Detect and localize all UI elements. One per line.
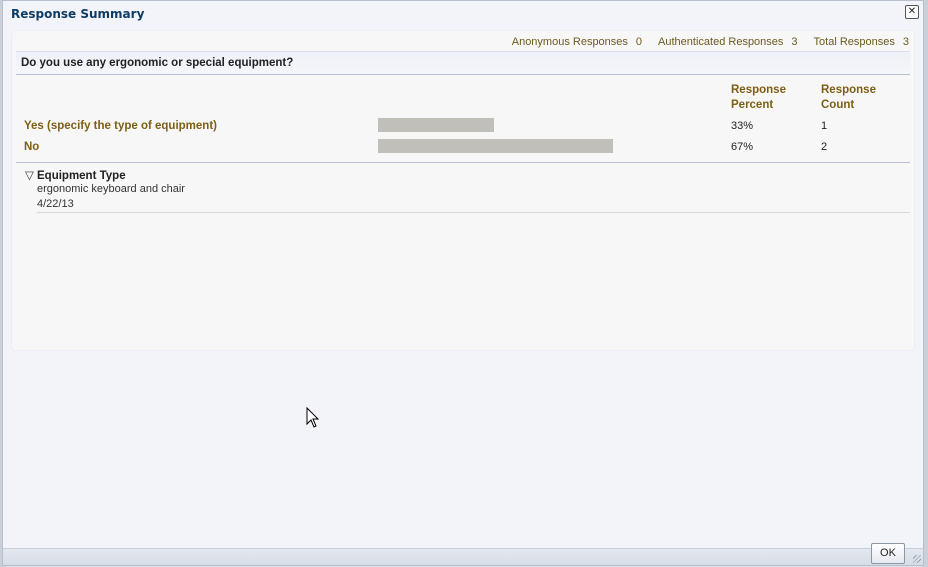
dialog-footer bbox=[3, 548, 923, 565]
authenticated-responses-stat: Authenticated Responses 3 bbox=[658, 36, 798, 48]
response-percent: 33% bbox=[731, 120, 754, 132]
response-count: 2 bbox=[821, 141, 828, 153]
response-bar-track bbox=[378, 139, 728, 153]
column-header-response-count: Response Count bbox=[821, 84, 876, 111]
collapse-triangle-icon: ▽ bbox=[25, 170, 34, 182]
dialog-title: Response Summary bbox=[11, 7, 145, 21]
question-header: Do you use any ergonomic or special equi… bbox=[16, 51, 910, 75]
answer-row: Yes (specify the type of equipment) 33% … bbox=[12, 118, 914, 138]
ok-button[interactable]: OK bbox=[871, 543, 905, 564]
total-responses-value: 3 bbox=[902, 36, 909, 48]
anonymous-responses-label: Anonymous Responses bbox=[511, 36, 628, 48]
section-divider bbox=[16, 162, 910, 163]
detail-response-text: ergonomic keyboard and chair bbox=[37, 183, 185, 195]
response-percent: 67% bbox=[731, 141, 754, 153]
total-responses-stat: Total Responses 3 bbox=[814, 36, 909, 48]
equipment-type-toggle[interactable]: ▽ Equipment Type bbox=[25, 168, 126, 182]
close-button[interactable]: ✕ bbox=[905, 5, 919, 19]
anonymous-responses-value: 0 bbox=[635, 36, 643, 48]
answer-label: Yes (specify the type of equipment) bbox=[24, 120, 217, 132]
column-header-response-percent: Response Percent bbox=[731, 84, 786, 111]
response-bar bbox=[378, 139, 613, 153]
total-responses-label: Total Responses bbox=[813, 36, 895, 48]
mouse-cursor-icon bbox=[306, 407, 320, 428]
response-stats: Anonymous Responses 0 Authenticated Respo… bbox=[496, 36, 909, 48]
answer-label: No bbox=[24, 141, 40, 153]
anonymous-responses-stat: Anonymous Responses 0 bbox=[512, 36, 642, 48]
resize-grip-icon[interactable] bbox=[913, 555, 921, 563]
response-bar bbox=[378, 118, 494, 132]
response-bar-track bbox=[378, 118, 728, 132]
dialog-titlebar: Response Summary ✕ bbox=[3, 1, 923, 27]
close-icon: ✕ bbox=[907, 6, 917, 17]
answer-row: No 67% 2 bbox=[12, 139, 914, 159]
summary-panel: Anonymous Responses 0 Authenticated Respo… bbox=[12, 31, 914, 350]
response-count: 1 bbox=[821, 120, 828, 132]
detail-response-date: 4/22/13 bbox=[37, 198, 74, 210]
question-text: Do you use any ergonomic or special equi… bbox=[21, 57, 294, 69]
authenticated-responses-value: 3 bbox=[791, 36, 798, 48]
detail-title: Equipment Type bbox=[37, 170, 126, 182]
detail-divider bbox=[37, 212, 910, 213]
response-summary-dialog: Response Summary ✕ Anonymous Responses 0 … bbox=[2, 0, 924, 566]
authenticated-responses-label: Authenticated Responses bbox=[658, 36, 784, 48]
